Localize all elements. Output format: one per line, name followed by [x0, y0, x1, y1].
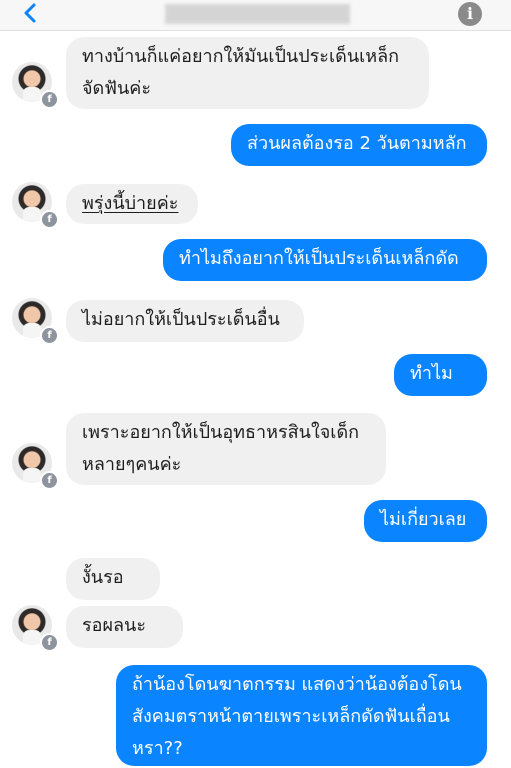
outgoing-message: ไม่เกี่ยวเลย [364, 500, 487, 542]
incoming-message: งั้นรอค่ะ [66, 558, 160, 600]
blurred-contact-name [165, 4, 350, 24]
avatar[interactable]: f [12, 443, 59, 490]
back-chevron-icon[interactable] [20, 2, 42, 24]
avatar[interactable]: f [12, 182, 59, 229]
facebook-badge-icon: f [40, 210, 59, 229]
chat-header: i [0, 0, 511, 31]
avatar[interactable]: f [12, 62, 59, 109]
facebook-badge-icon: f [40, 633, 59, 652]
incoming-message: รอผลนะค่ะ [66, 606, 183, 648]
avatar[interactable]: f [12, 298, 59, 345]
facebook-badge-icon: f [40, 90, 59, 109]
facebook-badge-icon: f [40, 471, 59, 490]
incoming-message: ทางบ้านก็แค่อยากให้มันเป็นประเด็นเหล็ก จ… [66, 37, 429, 109]
incoming-message: ไม่อยากให้เป็นประเด็นอื่น [66, 300, 304, 342]
facebook-badge-icon: f [40, 326, 59, 345]
outgoing-message: ส่วนผลต้องรอ 2 วันตามหลัก [231, 124, 487, 166]
outgoing-message: ถ้าน้องโดนฆาตกรรม แสดงว่าน้องต้องโดน สัง… [116, 665, 487, 766]
outgoing-message: ทำไมถึงอยากให้เป็นประเด็นเหล็กดัด [163, 239, 487, 281]
avatar[interactable]: f [12, 605, 59, 652]
incoming-message: พรุ่งนี้บ่ายค่ะ [66, 184, 198, 224]
outgoing-message: ทำไมละ [394, 354, 487, 396]
info-icon[interactable]: i [458, 2, 482, 26]
incoming-message: เพราะอยากให้เป็นอุทธาหรสินใจเด็ก หลายๆคน… [66, 413, 386, 485]
